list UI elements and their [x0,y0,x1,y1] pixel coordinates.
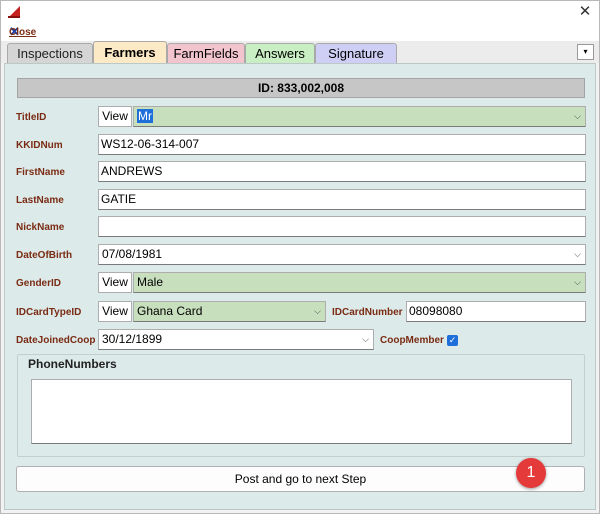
chevron-down-icon: ⌵ [314,306,321,316]
annotation-badge: 1 [516,458,546,488]
title-id-label: TitleID [16,112,47,123]
app-window: ✕ ✕ Close Inspections FarmFields Answers… [0,0,600,514]
kkid-num-label: KKIDNum [16,140,63,151]
nick-name-input[interactable] [98,216,586,237]
phone-numbers-title: PhoneNumbers [28,357,117,371]
chevron-down-icon: ⌵ [362,334,369,344]
record-id-bar: ID: 833,002,008 [17,78,585,98]
nick-name-label: NickName [16,222,65,233]
coop-member-label: CoopMember [380,335,444,346]
date-joined-coop-picker[interactable]: 30/12/1899 ⌵ [98,329,374,350]
window-close-button[interactable]: ✕ [575,3,595,21]
kkid-num-input[interactable]: WS12-06-314-007 [98,134,586,155]
menu-bar: ✕ Close [1,23,599,41]
phone-numbers-list[interactable] [31,379,572,444]
date-joined-coop-label: DateJoinedCoop [16,335,96,346]
id-card-number-input[interactable]: 08098080 [406,301,586,322]
tab-inspections[interactable]: Inspections [7,43,93,63]
coop-member-checkbox[interactable]: ✓ [447,335,458,346]
farmers-panel: ID: 833,002,008 TitleID View Mr ⌵ KKIDNu… [4,63,596,510]
title-id-combo[interactable]: Mr ⌵ [133,106,586,127]
app-logo-icon [8,6,20,18]
id-card-number-label: IDCardNumber [332,307,403,318]
tab-menu-button[interactable]: ▾ [577,44,594,60]
date-of-birth-picker[interactable]: 07/08/1981 ⌵ [98,244,586,265]
post-next-step-button[interactable]: Post and go to next Step [16,466,585,492]
tab-answers[interactable]: Answers [245,43,315,63]
gender-id-combo[interactable]: Male ⌵ [133,272,586,293]
date-of-birth-value: 07/08/1981 [102,247,163,261]
last-name-label: LastName [16,195,64,206]
chevron-down-icon: ⌵ [574,249,581,259]
title-id-value: Mr [137,109,153,123]
date-of-birth-label: DateOfBirth [16,250,73,261]
title-bar: ✕ [1,1,599,23]
date-joined-coop-value: 30/12/1899 [102,332,163,346]
tab-farmers[interactable]: Farmers [93,41,167,63]
tab-signature[interactable]: Signature [315,43,397,63]
phone-numbers-group: PhoneNumbers [17,354,585,457]
tab-farmfields[interactable]: FarmFields [167,43,245,63]
first-name-input[interactable]: ANDREWS [98,161,586,182]
title-view-button[interactable]: View [98,106,132,127]
gender-view-button[interactable]: View [98,272,132,293]
id-card-type-view-button[interactable]: View [98,301,132,322]
gender-id-value: Male [137,275,164,289]
first-name-label: FirstName [16,167,65,178]
last-name-input[interactable]: GATIE [98,189,586,210]
id-card-type-id-combo[interactable]: Ghana Card ⌵ [133,301,326,322]
close-menu-button[interactable]: ✕ Close [9,25,36,39]
id-card-type-id-label: IDCardTypeID [16,307,82,318]
id-card-type-id-value: Ghana Card [137,304,203,318]
chevron-down-icon: ⌵ [574,111,581,121]
tab-strip: Inspections FarmFields Answers Signature… [1,41,599,63]
chevron-down-icon: ⌵ [574,277,581,287]
gender-id-label: GenderID [16,278,62,289]
close-menu-label: Close [9,26,37,38]
